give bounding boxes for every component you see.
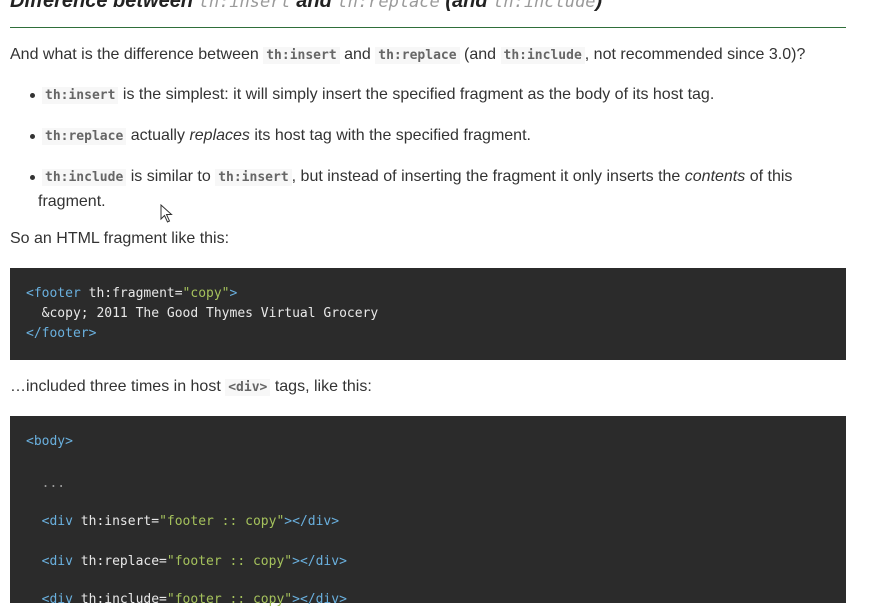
heading-text: Difference between	[10, 0, 194, 12]
inline-code: <div>	[225, 379, 271, 396]
token: th:fragment=	[80, 286, 183, 301]
heading-text: )	[595, 0, 603, 12]
token: &copy; 2011 The Good Thymes Virtual Groc…	[26, 306, 379, 321]
text: fragment.	[38, 193, 106, 210]
code-line: &copy; 2011 The Good Thymes Virtual Groc…	[26, 304, 379, 324]
token: </	[26, 326, 42, 341]
code-line: <div th:include="footer :: copy"></div>	[26, 590, 347, 610]
text: (and	[464, 46, 497, 63]
emphasis: contents	[684, 168, 746, 185]
bullet-icon	[30, 93, 35, 98]
code-line: <div th:replace="footer :: copy"></div>	[26, 552, 347, 572]
text: And what is the difference between	[10, 46, 259, 63]
mouse-pointer-icon	[160, 204, 173, 223]
token: <div	[26, 592, 73, 607]
token: footer	[41, 326, 89, 341]
text: is the simplest: it will simply insert t…	[122, 86, 715, 103]
token: "footer :: copy"	[166, 554, 293, 569]
token: ></div>	[284, 514, 340, 529]
text: tags, like this:	[274, 378, 372, 395]
code-line: <footer th:fragment="copy">	[26, 284, 237, 304]
token: <body>	[26, 434, 73, 449]
token: ></div>	[292, 592, 347, 607]
text: actually	[130, 127, 185, 144]
token: footer	[33, 286, 81, 301]
text: its host tag with the specified fragment…	[254, 127, 531, 144]
token: th:include=	[72, 592, 167, 607]
inline-code: th:replace	[375, 47, 460, 64]
token: "footer :: copy"	[166, 592, 293, 607]
inline-code: th:insert	[42, 87, 119, 104]
paragraph: So an HTML fragment like this:	[10, 230, 230, 247]
token: th:insert=	[72, 514, 160, 529]
section-heading: Difference between th:insert and th:repl…	[10, 0, 846, 28]
intro-paragraph: And what is the difference between th:in…	[10, 43, 805, 68]
bullet-icon	[30, 134, 35, 139]
text: …included three times in host	[10, 378, 221, 395]
paragraph: …included three times in host <div> tags…	[10, 375, 372, 400]
token: <div	[26, 554, 73, 569]
list-item: th:insert is the simplest: it will simpl…	[10, 83, 830, 108]
token: th:replace=	[72, 554, 167, 569]
inline-code: th:insert	[215, 169, 292, 186]
token: <	[26, 286, 34, 301]
inline-code: th:replace	[42, 128, 127, 145]
heading-code-include: th:include	[493, 0, 596, 12]
code-line: </footer>	[26, 324, 96, 344]
text: is similar to	[130, 168, 211, 185]
token: "footer :: copy"	[159, 514, 285, 529]
list-item: th:include is similar to th:insert, but …	[10, 165, 830, 214]
text: , not recommended since 3.0)?	[584, 46, 806, 63]
token: <div	[26, 514, 73, 529]
bullet-icon	[30, 175, 35, 180]
code-line: <div th:insert="footer :: copy"></div>	[26, 512, 339, 532]
code-block-host: <body> ... <div th:insert="footer :: cop…	[10, 416, 846, 607]
heading-code-replace: th:replace	[337, 0, 440, 12]
token: >	[229, 286, 238, 301]
inline-code: th:insert	[263, 47, 340, 64]
text: , but instead of inserting the fragment …	[291, 168, 681, 185]
emphasis: replaces	[189, 127, 250, 144]
heading-text: and	[296, 0, 332, 12]
heading-text: (and	[445, 0, 488, 12]
token: "copy"	[182, 286, 230, 301]
inline-code: th:include	[42, 169, 127, 186]
list-item: th:replace actually replaces its host ta…	[10, 124, 830, 149]
comparison-list: th:insert is the simplest: it will simpl…	[10, 83, 830, 230]
token: ...	[26, 476, 66, 491]
token: ></div>	[292, 554, 347, 569]
code-line: <body>	[26, 432, 73, 452]
heading-code-insert: th:insert	[198, 0, 291, 12]
token: >	[88, 326, 97, 341]
text: and	[344, 46, 371, 63]
code-block-fragment: <footer th:fragment="copy"> &copy; 2011 …	[10, 268, 846, 360]
code-line: ...	[26, 474, 66, 494]
text: of this	[749, 168, 793, 185]
inline-code: th:include	[500, 47, 585, 64]
